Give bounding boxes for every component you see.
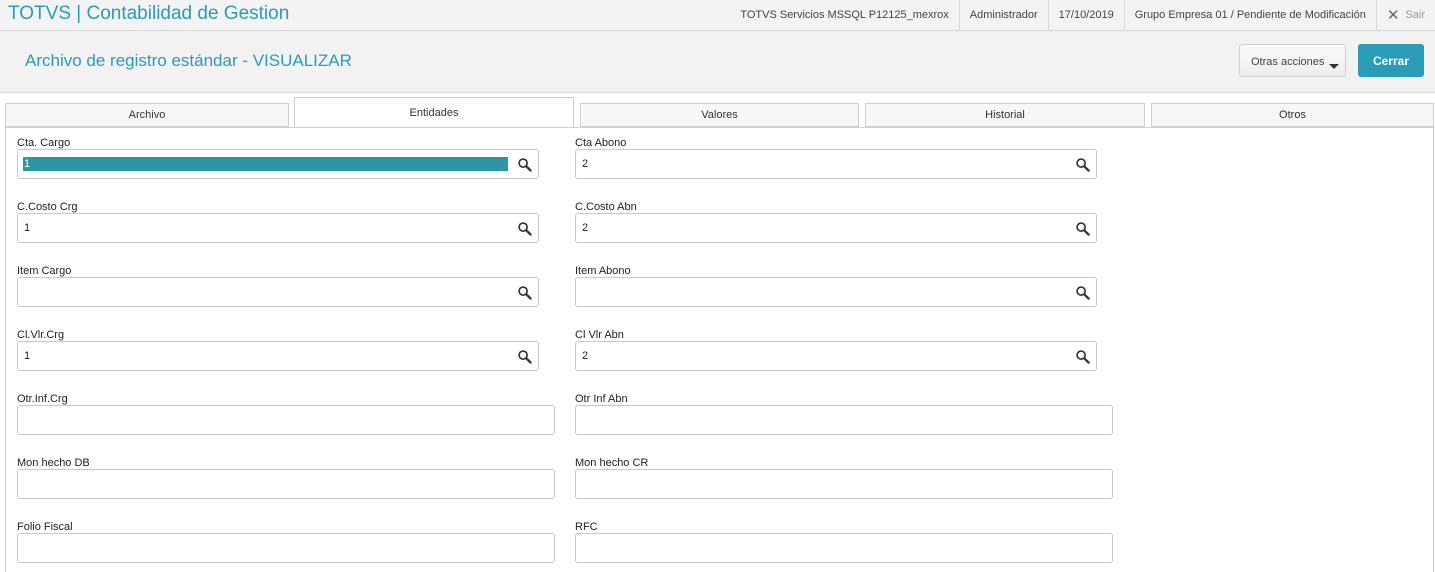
otrinf-abn-label: Otr Inf Abn [575, 393, 628, 405]
ccosto-crg-value: 1 [24, 222, 31, 234]
item-abono-field[interactable] [575, 277, 1097, 307]
clvlr-abn-field[interactable]: 2 [575, 341, 1097, 371]
clvlr-crg-field[interactable]: 1 [17, 341, 539, 371]
close-button[interactable]: Cerrar [1358, 44, 1424, 77]
magnifier-icon[interactable] [517, 349, 532, 364]
rfc-label: RFC [575, 521, 598, 533]
company-label: Grupo Empresa 01 / Pendiente de Modifica… [1123, 0, 1376, 30]
exit-button[interactable]: ✕ Sair [1375, 0, 1435, 30]
otrinf-crg-field[interactable] [17, 405, 555, 435]
other-actions-label: Otras acciones [1251, 56, 1325, 68]
app-title: TOTVS | Contabilidad de Gestion [8, 3, 290, 24]
top-bar: TOTVS | Contabilidad de Gestion TOTVS Se… [0, 0, 1435, 31]
mon-hecho-db-field[interactable] [17, 469, 555, 499]
mon-hecho-cr-label: Mon hecho CR [575, 457, 649, 469]
cta-cargo-field[interactable]: 1 [17, 149, 539, 179]
session-info: TOTVS Servicios MSSQL P12125_mexrox Admi… [730, 0, 1435, 30]
cta-cargo-value: 1 [23, 157, 508, 171]
ccosto-abn-label: C.Costo Abn [575, 201, 637, 213]
page-title: Archivo de registro estándar - VISUALIZA… [25, 51, 352, 70]
tab-valores[interactable]: Valores [580, 103, 859, 127]
cta-abono-label: Cta Abono [575, 137, 627, 149]
other-actions-button[interactable]: Otras acciones [1239, 44, 1346, 77]
magnifier-icon[interactable] [1075, 221, 1090, 236]
page-header: Archivo de registro estándar - VISUALIZA… [0, 31, 1435, 93]
clvlr-abn-value: 2 [582, 350, 589, 362]
clvlr-abn-label: Cl Vlr Abn [575, 329, 624, 341]
magnifier-icon[interactable] [1075, 349, 1090, 364]
otrinf-crg-label: Otr.Inf.Crg [17, 393, 68, 405]
user-label: Administrador [958, 0, 1048, 30]
magnifier-icon[interactable] [517, 157, 532, 172]
mon-hecho-db-label: Mon hecho DB [17, 457, 90, 469]
magnifier-icon[interactable] [517, 221, 532, 236]
close-icon: ✕ [1386, 7, 1400, 24]
ccosto-crg-label: C.Costo Crg [17, 201, 78, 213]
tab-entidades[interactable]: Entidades [294, 97, 574, 128]
environment-label: TOTVS Servicios MSSQL P12125_mexrox [740, 9, 949, 21]
otrinf-abn-field[interactable] [575, 405, 1113, 435]
magnifier-icon[interactable] [1075, 285, 1090, 300]
item-cargo-field[interactable] [17, 277, 539, 307]
folio-fiscal-field[interactable] [17, 533, 555, 563]
caret-down-icon [1329, 64, 1339, 69]
folio-fiscal-label: Folio Fiscal [17, 521, 73, 533]
exit-label: Sair [1405, 9, 1425, 21]
date-label: 17/10/2019 [1047, 0, 1124, 30]
clvlr-crg-label: Cl.Vlr.Crg [17, 329, 65, 341]
ccosto-crg-field[interactable]: 1 [17, 213, 539, 243]
cta-abono-value: 2 [582, 158, 589, 170]
clvlr-crg-value: 1 [24, 350, 31, 362]
tab-otros[interactable]: Otros [1151, 103, 1434, 127]
tab-historial[interactable]: Historial [865, 103, 1145, 127]
cta-cargo-label: Cta. Cargo [17, 137, 71, 149]
ccosto-abn-value: 2 [582, 222, 589, 234]
tab-archivo[interactable]: Archivo [5, 103, 289, 127]
magnifier-icon[interactable] [517, 285, 532, 300]
mon-hecho-cr-field[interactable] [575, 469, 1113, 499]
rfc-field[interactable] [575, 533, 1113, 563]
ccosto-abn-field[interactable]: 2 [575, 213, 1097, 243]
item-abono-label: Item Abono [575, 265, 631, 277]
magnifier-icon[interactable] [1075, 157, 1090, 172]
cta-abono-field[interactable]: 2 [575, 149, 1097, 179]
item-cargo-label: Item Cargo [17, 265, 72, 277]
